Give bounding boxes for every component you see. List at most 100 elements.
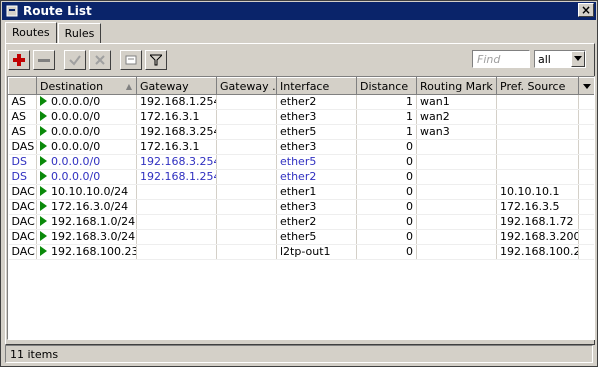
route-table: Destination ▲ Gateway Gateway ... Interfa… bbox=[7, 76, 595, 340]
status-bar: 11 items bbox=[5, 345, 593, 363]
col-flags[interactable] bbox=[8, 77, 37, 95]
row-routing-mark bbox=[416, 139, 497, 155]
item-count: 11 items bbox=[10, 347, 59, 361]
filter-select[interactable]: all bbox=[534, 50, 586, 68]
route-flag-icon bbox=[40, 186, 47, 196]
row-routing-mark bbox=[416, 199, 497, 215]
row-gateway bbox=[136, 244, 217, 260]
comment-button[interactable] bbox=[120, 50, 142, 70]
row-filler bbox=[578, 169, 594, 185]
row-gateway: 192.168.1.254 bbox=[136, 94, 217, 110]
add-button[interactable] bbox=[8, 50, 30, 70]
sort-asc-icon: ▲ bbox=[125, 82, 132, 91]
col-distance[interactable]: Distance bbox=[356, 77, 417, 95]
add-icon bbox=[13, 54, 25, 66]
table-row[interactable]: AS 0.0.0.0/0 172.16.3.1 ether3 1 wan2 bbox=[8, 109, 594, 125]
row-flags: DAC bbox=[8, 199, 37, 215]
row-interface: ether1 bbox=[276, 184, 357, 200]
row-destination-text: 192.168.100.23 bbox=[51, 245, 137, 258]
row-distance: 0 bbox=[356, 214, 417, 230]
row-flags: AS bbox=[8, 94, 37, 110]
row-destination: 0.0.0.0/0 bbox=[36, 109, 137, 125]
row-destination: 0.0.0.0/0 bbox=[36, 139, 137, 155]
row-destination: 0.0.0.0/0 bbox=[36, 154, 137, 170]
row-gateway bbox=[136, 184, 217, 200]
row-distance: 1 bbox=[356, 94, 417, 110]
row-flags: AS bbox=[8, 109, 37, 125]
table-row[interactable]: DAC 192.168.1.0/24 ether2 0 192.168.1.72 bbox=[8, 214, 594, 230]
row-gateway: 192.168.1.254 bbox=[136, 169, 217, 185]
row-destination: 0.0.0.0/0 bbox=[36, 124, 137, 140]
row-routing-mark bbox=[416, 229, 497, 245]
row-filler bbox=[578, 244, 594, 260]
row-destination-text: 172.16.3.0/24 bbox=[51, 200, 129, 213]
row-gateway-state bbox=[216, 229, 277, 245]
row-gateway: 172.16.3.1 bbox=[136, 139, 217, 155]
row-gateway-state bbox=[216, 214, 277, 230]
col-gateway-state[interactable]: Gateway ... bbox=[216, 77, 277, 95]
row-pref-source: 192.168.1.72 bbox=[496, 214, 579, 230]
table-row[interactable]: DAC 10.10.10.0/24 ether1 0 10.10.10.1 bbox=[8, 184, 594, 200]
row-filler bbox=[578, 139, 594, 155]
close-icon[interactable]: × bbox=[578, 3, 594, 17]
row-routing-mark: wan2 bbox=[416, 109, 497, 125]
filter-button[interactable] bbox=[145, 50, 167, 70]
row-flags: AS bbox=[8, 124, 37, 140]
col-destination[interactable]: Destination ▲ bbox=[36, 77, 137, 95]
col-destination-label: Destination bbox=[40, 79, 104, 93]
row-gateway-state bbox=[216, 154, 277, 170]
route-flag-icon bbox=[40, 246, 47, 256]
window-title: Route List bbox=[23, 4, 92, 18]
table-row[interactable]: AS 0.0.0.0/0 192.168.1.254 ether2 1 wan1 bbox=[8, 94, 594, 110]
row-gateway-state bbox=[216, 184, 277, 200]
table-header: Destination ▲ Gateway Gateway ... Interfa… bbox=[8, 77, 594, 95]
title-bar[interactable]: Route List × bbox=[2, 2, 596, 20]
row-destination-text: 192.168.3.0/24 bbox=[51, 230, 136, 243]
row-distance: 1 bbox=[356, 109, 417, 125]
table-row[interactable]: DS 0.0.0.0/0 192.168.3.254 ether5 0 bbox=[8, 154, 594, 170]
row-interface: l2tp-out1 bbox=[276, 244, 357, 260]
column-menu-button[interactable] bbox=[578, 77, 594, 95]
row-interface: ether5 bbox=[276, 229, 357, 245]
row-flags: DAC bbox=[8, 214, 37, 230]
row-filler bbox=[578, 124, 594, 140]
row-gateway-state bbox=[216, 94, 277, 110]
table-row[interactable]: DAC 192.168.100.23 l2tp-out10 192.168.100.2… bbox=[8, 244, 594, 260]
row-gateway-state bbox=[216, 109, 277, 125]
disable-button[interactable] bbox=[89, 50, 111, 70]
col-pref-source[interactable]: Pref. Source bbox=[496, 77, 579, 95]
row-routing-mark: wan3 bbox=[416, 124, 497, 140]
route-list-window: Route List × Routes Rules Find all Desti… bbox=[0, 0, 598, 367]
enable-button[interactable] bbox=[64, 50, 86, 70]
row-destination-text: 0.0.0.0/0 bbox=[51, 155, 101, 168]
row-gateway-state bbox=[216, 139, 277, 155]
table-row[interactable]: DS 0.0.0.0/0 192.168.1.254 ether2 0 bbox=[8, 169, 594, 185]
toolbar bbox=[8, 50, 170, 72]
row-interface: ether3 bbox=[276, 109, 357, 125]
row-destination-text: 10.10.10.0/24 bbox=[51, 185, 129, 198]
row-pref-source: 10.10.10.1 bbox=[496, 184, 579, 200]
remove-button[interactable] bbox=[33, 50, 55, 70]
col-interface[interactable]: Interface bbox=[276, 77, 357, 95]
chevron-down-icon[interactable] bbox=[571, 51, 585, 67]
table-row[interactable]: DAS 0.0.0.0/0 172.16.3.1 ether3 0 bbox=[8, 139, 594, 155]
row-interface: ether2 bbox=[276, 214, 357, 230]
find-input[interactable]: Find bbox=[472, 50, 530, 68]
row-gateway: 192.168.3.254 bbox=[136, 154, 217, 170]
tab-rules[interactable]: Rules bbox=[57, 23, 102, 44]
row-routing-mark bbox=[416, 169, 497, 185]
row-pref-source: 192.168.100.24 bbox=[496, 244, 579, 260]
row-distance: 0 bbox=[356, 199, 417, 215]
enable-icon bbox=[69, 55, 81, 66]
row-destination: 172.16.3.0/24 bbox=[36, 199, 137, 215]
col-gateway[interactable]: Gateway bbox=[136, 77, 217, 95]
table-row[interactable]: DAC 192.168.3.0/24 ether5 0 192.168.3.200 bbox=[8, 229, 594, 245]
col-routing-mark[interactable]: Routing Mark bbox=[416, 77, 497, 95]
comment-icon bbox=[125, 55, 137, 65]
table-row[interactable]: AS 0.0.0.0/0 192.168.3.254 ether5 1 wan3 bbox=[8, 124, 594, 140]
row-distance: 0 bbox=[356, 244, 417, 260]
search-area: Find all bbox=[472, 50, 586, 68]
table-row[interactable]: DAC 172.16.3.0/24 ether3 0 172.16.3.5 bbox=[8, 199, 594, 215]
row-destination: 10.10.10.0/24 bbox=[36, 184, 137, 200]
row-destination-text: 0.0.0.0/0 bbox=[51, 110, 101, 123]
